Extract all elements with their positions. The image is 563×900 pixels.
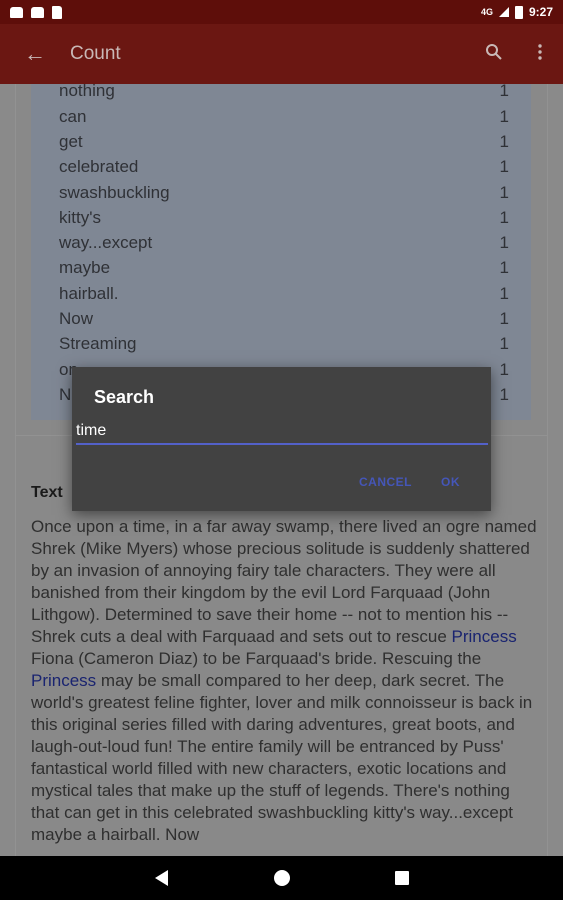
word-count: 1 [499, 207, 509, 227]
list-item: maybe 1 [59, 258, 509, 283]
nav-back-icon[interactable] [155, 870, 168, 886]
list-item: celebrated 1 [59, 157, 509, 182]
more-vert-icon [538, 43, 542, 60]
search-input[interactable] [76, 419, 488, 445]
notification-icon [10, 6, 23, 18]
word-label: nothing [59, 84, 115, 101]
search-dialog: Search CANCEL OK [72, 367, 491, 511]
word-label: can [59, 106, 87, 126]
highlighted-match: Princess [451, 627, 517, 646]
story-text: Once upon a time, in a far away swamp, t… [31, 517, 537, 844]
word-label: Streaming [59, 334, 137, 354]
highlighted-match: Princess [31, 671, 97, 690]
word-count: 1 [499, 182, 509, 202]
word-label: Now [59, 309, 94, 328]
word-count: 1 [499, 334, 509, 354]
list-item: Streaming 1 [59, 334, 509, 359]
arrow-left-icon: ← [24, 41, 46, 66]
word-count: 1 [499, 258, 509, 278]
search-button[interactable] [471, 43, 517, 66]
app-bar: ← Count [0, 24, 563, 84]
word-label: kitty's [59, 207, 101, 227]
text-label: Text [31, 484, 63, 501]
more-options-button[interactable] [517, 43, 563, 66]
word-label: swashbuckling [59, 182, 170, 202]
cancel-button[interactable]: CANCEL [359, 475, 412, 489]
nav-recents-icon[interactable] [395, 871, 409, 885]
list-item: kitty's 1 [59, 208, 509, 233]
sd-card-icon [52, 5, 62, 19]
nav-home-icon[interactable] [274, 870, 290, 886]
dialog-title: Search [94, 387, 155, 407]
list-item: Now 1 [59, 309, 509, 334]
word-count: 1 [499, 309, 509, 328]
word-count: 1 [499, 131, 509, 151]
page-title: Count [70, 43, 121, 64]
notification-icon [31, 6, 44, 18]
word-count: 1 [499, 84, 509, 101]
word-count: 1 [499, 157, 509, 177]
network-type: 4G [480, 7, 493, 17]
word-label: hairball. [59, 283, 119, 303]
status-bar: 4G 9:27 [0, 0, 563, 24]
word-count: 1 [499, 283, 509, 303]
search-icon [486, 43, 502, 60]
clock: 9:27 [528, 5, 553, 19]
navigation-bar [0, 856, 563, 900]
word-label: way...except [59, 233, 153, 253]
word-label: celebrated [59, 157, 139, 177]
list-item: can 1 [59, 107, 509, 132]
list-item: hairball. 1 [59, 284, 509, 309]
word-label: maybe [59, 258, 111, 278]
list-item: way...except 1 [59, 233, 509, 258]
list-item: nothing 1 [59, 84, 509, 106]
list-item: swashbuckling 1 [59, 183, 509, 208]
ok-button[interactable]: OK [441, 475, 460, 489]
word-count: 1 [499, 233, 509, 253]
back-button[interactable]: ← [0, 41, 70, 67]
signal-icon [498, 7, 509, 17]
list-item: get 1 [59, 132, 509, 157]
word-label: get [59, 131, 83, 151]
battery-icon [514, 5, 523, 19]
word-count: 1 [499, 106, 509, 126]
